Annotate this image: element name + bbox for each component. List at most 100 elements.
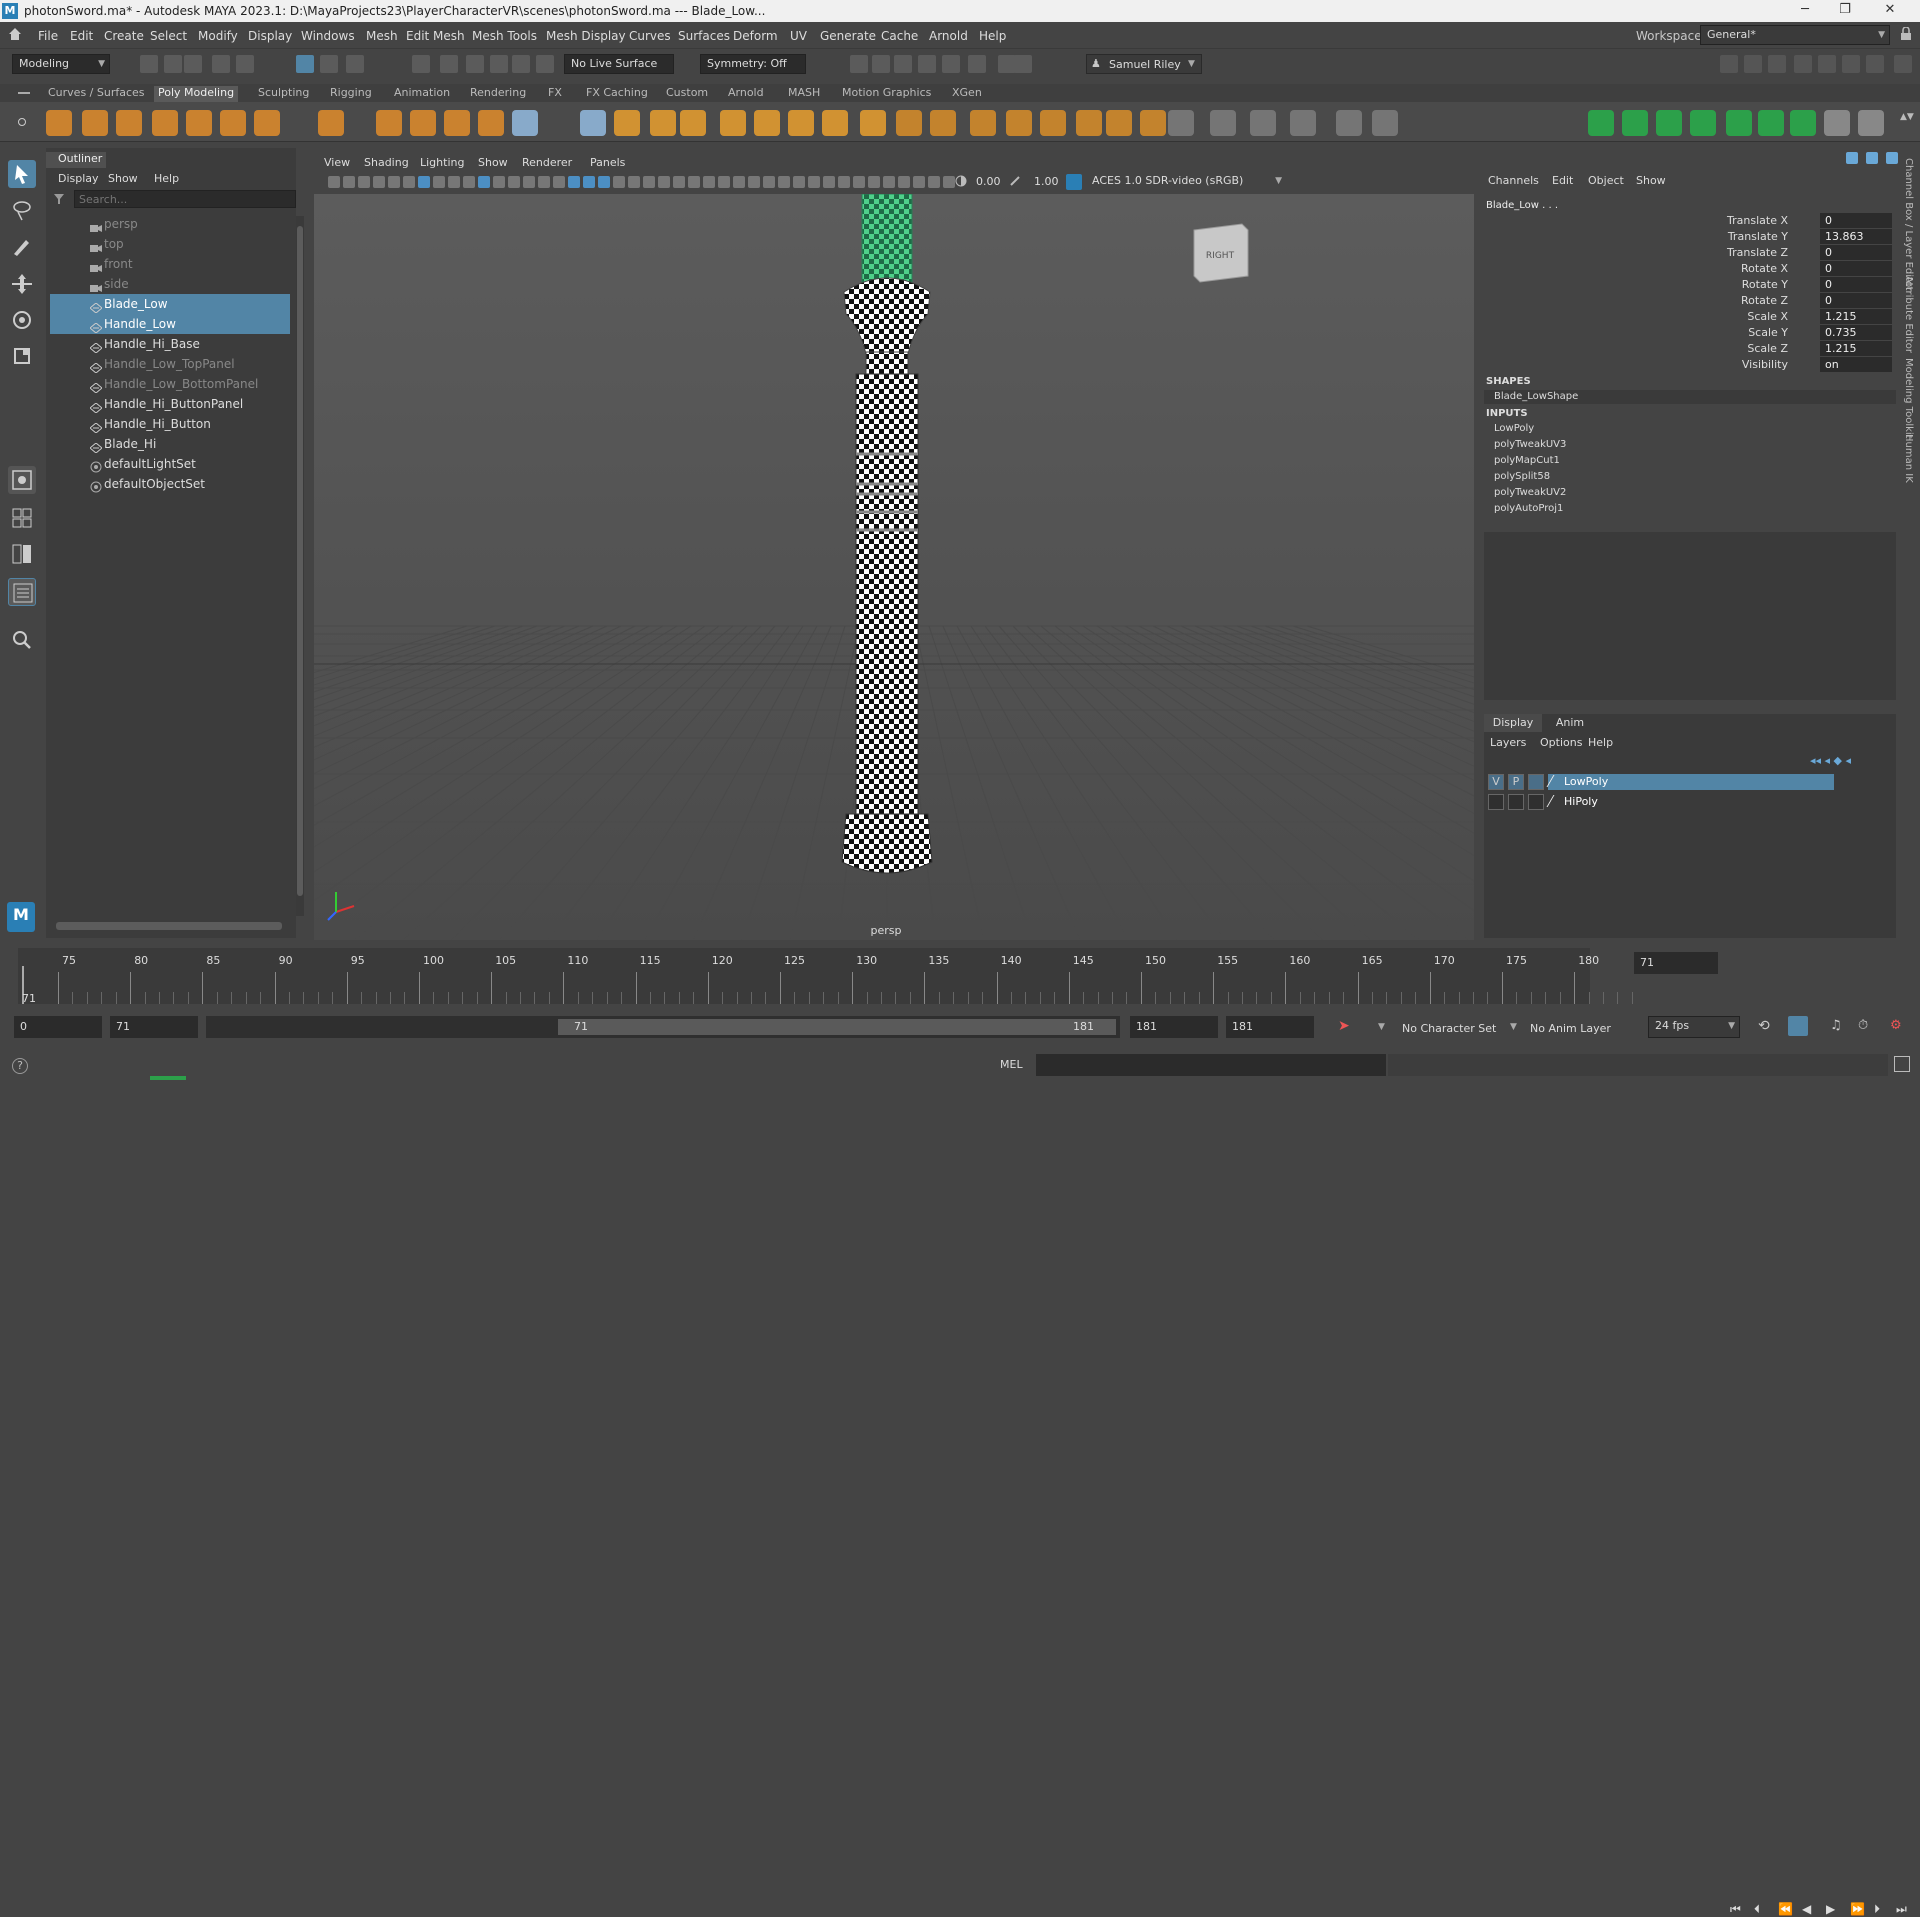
layer-move-icons[interactable]: ◂◂ ◂ ◆ ◂	[1810, 754, 1890, 768]
channel-scale-x[interactable]: Scale X 1.215	[1480, 309, 1900, 325]
bridge-icon[interactable]	[860, 110, 886, 136]
chevron-down-icon[interactable]: ▼	[1378, 1022, 1385, 1032]
live-surface-field[interactable]: No Live Surface	[564, 54, 674, 74]
time-ruler[interactable]: 75 80 85 90 95 100 105 110 115 120 125 130 135 140 145…	[18, 948, 1633, 1005]
outliner-item-handle-hi-base[interactable]: Handle_Hi_Base	[50, 334, 290, 354]
channel-value-field[interactable]: 1.215	[1820, 341, 1892, 356]
playback-end-field[interactable]: 181	[1130, 1016, 1218, 1038]
svg-icon[interactable]	[478, 110, 504, 136]
outliner-item-handle-low[interactable]: Handle_Low	[50, 314, 290, 334]
shape-node[interactable]: Blade_LowShape	[1484, 390, 1896, 404]
side-by-side-layout-icon[interactable]	[8, 540, 36, 568]
status-tool-icon[interactable]	[968, 55, 986, 73]
close-button[interactable]: ✕	[1875, 2, 1905, 17]
blade-mesh[interactable]	[861, 194, 913, 283]
make-live-icon[interactable]	[614, 110, 640, 136]
rotate-tool-icon[interactable]	[8, 306, 36, 334]
outliner-search-input[interactable]	[74, 190, 296, 208]
menu-deform[interactable]: Deform	[733, 29, 778, 43]
shelf-tab-xgen[interactable]: XGen	[948, 86, 986, 99]
side-tab-modeling-toolkit[interactable]: Modeling Toolkit	[1900, 358, 1914, 439]
shelf-menu-icon[interactable]	[18, 92, 30, 94]
super-shape-icon[interactable]	[376, 110, 402, 136]
viewport-menu-view[interactable]: View	[324, 156, 350, 169]
viewport-tool-icon[interactable]	[508, 176, 520, 188]
viewport-tool-icon[interactable]	[643, 176, 655, 188]
poly-cube-icon[interactable]	[82, 110, 108, 136]
channel-value-field[interactable]: 0	[1820, 277, 1892, 292]
layer-playback-toggle[interactable]: P	[1508, 774, 1524, 790]
mirror-icon[interactable]	[754, 110, 780, 136]
viewport-tool-icon[interactable]	[763, 176, 775, 188]
menu-edit-mesh[interactable]: Edit Mesh	[406, 29, 465, 43]
playback-speed-icon[interactable]: ⏱	[1858, 1018, 1868, 1033]
viewport-tool-icon[interactable]	[778, 176, 790, 188]
layer-display-type-toggle[interactable]	[1528, 774, 1544, 790]
viewport-menu-renderer[interactable]: Renderer	[522, 156, 572, 169]
auto-key-icon[interactable]: ➤	[1338, 1018, 1350, 1034]
poly-cylinder-icon[interactable]	[116, 110, 142, 136]
uv-tool-icon[interactable]	[1824, 110, 1850, 136]
viewport-tool-icon[interactable]	[358, 176, 370, 188]
poly-sphere-icon[interactable]	[46, 110, 72, 136]
outliner-menu-display[interactable]: Display	[58, 172, 99, 185]
key-preferences-icon[interactable]	[1788, 1016, 1808, 1036]
quad-draw-icon[interactable]	[1140, 110, 1166, 136]
four-view-layout-icon[interactable]	[8, 504, 36, 532]
color-space-select[interactable]: ACES 1.0 SDR-video (sRGB) ▼	[1086, 173, 1286, 191]
lasso-tool-icon[interactable]	[8, 196, 36, 224]
step-back-key-icon[interactable]: ⏪	[1778, 1902, 1793, 1916]
smooth-icon[interactable]	[720, 110, 746, 136]
outliner-menu-help[interactable]: Help	[154, 172, 179, 185]
outliner-item-handle-hi-buttonpanel[interactable]: Handle_Hi_ButtonPanel	[50, 394, 290, 414]
menu-cache[interactable]: Cache	[881, 29, 918, 43]
outliner-item-blade-low[interactable]: Blade_Low	[50, 294, 290, 314]
outliner-item-top[interactable]: top	[50, 234, 290, 254]
viewport-tool-icon[interactable]	[928, 176, 940, 188]
viewport-tool-icon[interactable]	[898, 176, 910, 188]
restore-button[interactable]: ❐	[1830, 2, 1860, 17]
fps-select[interactable]: 24 fps ▼	[1648, 1016, 1740, 1038]
viewport-tool-icon[interactable]	[703, 176, 715, 188]
shelf-tab-poly-modeling[interactable]: Poly Modeling	[154, 86, 239, 102]
menu-select[interactable]: Select	[150, 29, 187, 43]
channel-value-field[interactable]: 0	[1820, 293, 1892, 308]
layer-menu-help[interactable]: Help	[1588, 736, 1613, 749]
menu-file[interactable]: File	[38, 29, 58, 43]
gamma-field[interactable]: 1.00	[1028, 173, 1064, 191]
bevel-icon[interactable]	[896, 110, 922, 136]
center-pivot-icon[interactable]	[1210, 110, 1236, 136]
channel-menu-channels[interactable]: Channels	[1488, 174, 1539, 187]
shelf-tab-fx[interactable]: FX	[544, 86, 566, 99]
extrude-icon[interactable]	[822, 110, 848, 136]
menu-set-select[interactable]: Modeling ▼	[12, 54, 110, 74]
status-tool-icon[interactable]	[466, 55, 484, 73]
playback-start-field[interactable]: 71	[110, 1016, 198, 1038]
shelf-tab-mash[interactable]: MASH	[784, 86, 824, 99]
boolean-icon[interactable]	[788, 110, 814, 136]
channel-value-field[interactable]: 0.735	[1820, 325, 1892, 340]
status-tool-icon[interactable]	[872, 55, 890, 73]
chevron-down-icon[interactable]: ▼	[1188, 59, 1195, 69]
panel-toggle-icon[interactable]	[1768, 55, 1786, 73]
panel-toggle-icon[interactable]	[1744, 55, 1762, 73]
channel-value-field[interactable]: 13.863	[1820, 229, 1892, 244]
layer-row-hipoly[interactable]: HiPoly	[1546, 794, 1668, 810]
play-forwards-icon[interactable]: ▶	[1826, 1902, 1835, 1916]
layer-visibility-toggle[interactable]	[1488, 794, 1504, 810]
platonic-icon[interactable]	[318, 110, 344, 136]
user-account-button[interactable]: ♟ Samuel Riley	[1086, 54, 1202, 74]
range-slider-track[interactable]: 71 181	[206, 1016, 1120, 1038]
shelf-tab-arnold[interactable]: Arnold	[724, 86, 768, 99]
poly-torus-icon[interactable]	[186, 110, 212, 136]
status-tool-icon[interactable]	[412, 55, 430, 73]
channel-value-field[interactable]: on	[1820, 357, 1892, 372]
shelf-tab-motion-graphics[interactable]: Motion Graphics	[838, 86, 935, 99]
go-to-start-icon[interactable]: ⏮	[1730, 1902, 1741, 1917]
uv-tool-icon[interactable]	[1858, 110, 1884, 136]
channel-translate-x[interactable]: Translate X 0	[1480, 213, 1900, 229]
outliner-item-persp[interactable]: persp	[50, 214, 290, 234]
channel-box-tool-icon[interactable]	[1846, 152, 1858, 164]
viewport-menu-shading[interactable]: Shading	[364, 156, 409, 169]
uv-planar-icon[interactable]	[1372, 110, 1398, 136]
